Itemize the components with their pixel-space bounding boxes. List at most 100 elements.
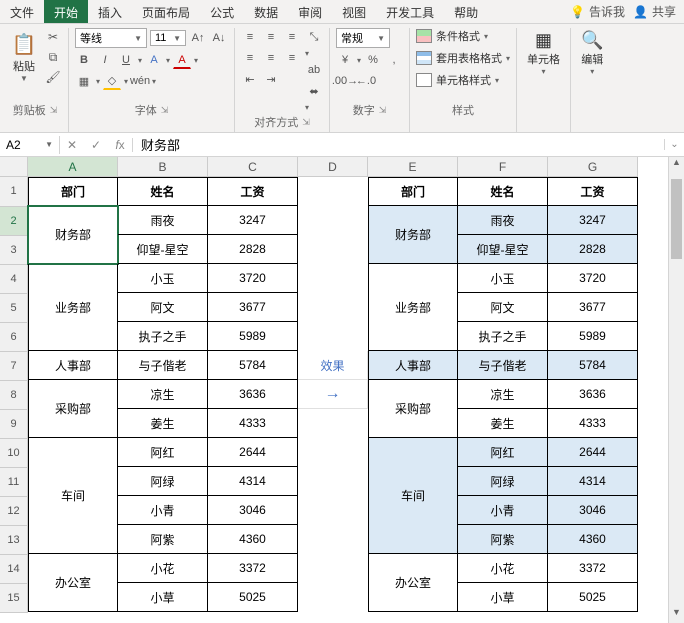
align-launcher[interactable]: ⇲	[302, 117, 310, 128]
name-right[interactable]: 阿红	[458, 438, 548, 467]
name-right[interactable]: 小花	[458, 554, 548, 583]
salary-left[interactable]: 3636	[208, 380, 298, 409]
align-right-icon[interactable]: ≡	[283, 49, 301, 67]
tab-插入[interactable]: 插入	[88, 0, 132, 23]
name-right[interactable]: 小草	[458, 583, 548, 612]
row-header-12[interactable]: 12	[0, 497, 28, 526]
tab-数据[interactable]: 数据	[244, 0, 288, 23]
name-right[interactable]: 雨夜	[458, 206, 548, 235]
clipboard-launcher[interactable]: ⇲	[50, 105, 58, 116]
salary-left[interactable]: 3372	[208, 554, 298, 583]
name-left[interactable]: 雨夜	[118, 206, 208, 235]
wrap-text-icon[interactable]: ab	[305, 61, 323, 79]
salary-right[interactable]: 3372	[548, 554, 638, 583]
name-right[interactable]: 阿文	[458, 293, 548, 322]
tab-视图[interactable]: 视图	[332, 0, 376, 23]
percent-icon[interactable]: %	[364, 51, 382, 69]
salary-left[interactable]: 5025	[208, 583, 298, 612]
name-right[interactable]: 阿紫	[458, 525, 548, 554]
salary-right[interactable]: 2828	[548, 235, 638, 264]
name-left[interactable]: 仰望-星空	[118, 235, 208, 264]
name-left[interactable]: 凉生	[118, 380, 208, 409]
font-launcher[interactable]: ⇲	[161, 105, 169, 116]
inc-decimal-icon[interactable]: .00→	[336, 72, 354, 90]
row-header-15[interactable]: 15	[0, 584, 28, 613]
header-left-0[interactable]: 部门	[28, 177, 118, 206]
row-header-7[interactable]: 7	[0, 352, 28, 381]
row-header-1[interactable]: 1	[0, 177, 28, 207]
salary-left[interactable]: 3720	[208, 264, 298, 293]
enter-icon[interactable]: ✓	[84, 138, 108, 152]
salary-right[interactable]: 4360	[548, 525, 638, 554]
salary-right[interactable]: 4333	[548, 409, 638, 438]
font-color-icon[interactable]: A	[173, 51, 191, 69]
name-right[interactable]: 仰望-星空	[458, 235, 548, 264]
name-right[interactable]: 姜生	[458, 409, 548, 438]
col-header-D[interactable]: D	[298, 157, 368, 177]
cells-button[interactable]: ▦ 单元格 ▾	[523, 28, 564, 78]
align-top-icon[interactable]: ≡	[241, 28, 259, 46]
row-header-9[interactable]: 9	[0, 410, 28, 439]
font-name-select[interactable]: 等线▼	[75, 28, 147, 48]
name-left[interactable]: 阿红	[118, 438, 208, 467]
name-left[interactable]: 小玉	[118, 264, 208, 293]
col-header-E[interactable]: E	[368, 157, 458, 177]
name-left[interactable]: 阿文	[118, 293, 208, 322]
indent-dec-icon[interactable]: ⇤	[241, 70, 259, 88]
align-center-icon[interactable]: ≡	[262, 49, 280, 67]
name-left[interactable]: 阿绿	[118, 467, 208, 496]
expand-formula-icon[interactable]: ⌄	[664, 139, 684, 150]
name-left[interactable]: 与子偕老	[118, 351, 208, 380]
tell-me[interactable]: 💡 告诉我	[570, 3, 625, 20]
bold-icon[interactable]: B	[75, 51, 93, 69]
name-right[interactable]: 执子之手	[458, 322, 548, 351]
salary-left[interactable]: 2828	[208, 235, 298, 264]
dept-left-5[interactable]: 办公室	[28, 554, 118, 612]
dept-right-4[interactable]: 车间	[368, 438, 458, 554]
decrease-font-icon[interactable]: A↓	[210, 29, 228, 47]
name-left[interactable]: 阿紫	[118, 525, 208, 554]
salary-right[interactable]: 3247	[548, 206, 638, 235]
number-launcher[interactable]: ⇲	[379, 105, 387, 116]
dept-right-2[interactable]: 人事部	[368, 351, 458, 380]
number-format-select[interactable]: 常规▼	[336, 28, 390, 48]
dept-right-0[interactable]: 财务部	[368, 206, 458, 264]
salary-right[interactable]: 3720	[548, 264, 638, 293]
fx-icon[interactable]: fx	[108, 138, 132, 152]
increase-font-icon[interactable]: A↑	[189, 29, 207, 47]
dec-decimal-icon[interactable]: ←.0	[357, 72, 375, 90]
header-right-0[interactable]: 部门	[368, 177, 458, 206]
salary-right[interactable]: 5989	[548, 322, 638, 351]
select-all[interactable]	[0, 157, 28, 177]
scroll-up-icon[interactable]: ▲	[669, 157, 684, 173]
fill-color-icon[interactable]: ◇	[103, 72, 121, 90]
name-left[interactable]: 小花	[118, 554, 208, 583]
conditional-formatting[interactable]: 条件格式▾	[416, 28, 510, 44]
row-header-4[interactable]: 4	[0, 265, 28, 294]
spreadsheet-grid[interactable]: ABCDEFG 123456789101112131415 部门姓名工资部门姓名…	[0, 157, 684, 623]
tab-文件[interactable]: 文件	[0, 0, 44, 23]
italic-icon[interactable]: I	[96, 51, 114, 69]
row-header-6[interactable]: 6	[0, 323, 28, 352]
row-header-10[interactable]: 10	[0, 439, 28, 468]
salary-right[interactable]: 3046	[548, 496, 638, 525]
salary-right[interactable]: 5025	[548, 583, 638, 612]
salary-left[interactable]: 3247	[208, 206, 298, 235]
align-left-icon[interactable]: ≡	[241, 49, 259, 67]
salary-left[interactable]: 4333	[208, 409, 298, 438]
header-left-1[interactable]: 姓名	[118, 177, 208, 206]
salary-left[interactable]: 3046	[208, 496, 298, 525]
dept-right-3[interactable]: 采购部	[368, 380, 458, 438]
font-color-super-icon[interactable]: A	[145, 51, 163, 69]
salary-left[interactable]: 2644	[208, 438, 298, 467]
copy-icon[interactable]: ⧉	[44, 48, 62, 66]
scroll-thumb[interactable]	[671, 179, 682, 259]
salary-left[interactable]: 4360	[208, 525, 298, 554]
salary-right[interactable]: 3636	[548, 380, 638, 409]
align-middle-icon[interactable]: ≡	[262, 28, 280, 46]
salary-left[interactable]: 5989	[208, 322, 298, 351]
tab-开始[interactable]: 开始	[44, 0, 88, 23]
dept-left-3[interactable]: 采购部	[28, 380, 118, 438]
name-right[interactable]: 阿绿	[458, 467, 548, 496]
comma-icon[interactable]: ,	[385, 51, 403, 69]
